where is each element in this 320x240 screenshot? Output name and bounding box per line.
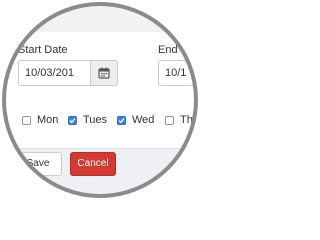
day-label-mon: Mon — [37, 114, 59, 126]
start-date-calendar-button[interactable] — [90, 61, 117, 85]
zoomed-form-view: Start Date End 10/03/201 10/1 Mon Tues W… — [0, 0, 200, 200]
day-option-tues[interactable]: Tues — [68, 114, 107, 126]
day-checkbox-thu[interactable] — [165, 115, 174, 125]
day-checkbox-wed[interactable] — [117, 115, 126, 125]
end-date-input[interactable]: 10/1 — [159, 61, 200, 85]
end-date-label: End — [158, 44, 178, 56]
day-label-thu: Th — [180, 114, 193, 126]
start-date-input[interactable]: 10/03/201 — [19, 61, 90, 85]
calendar-icon — [98, 67, 110, 79]
checkmark-icon — [118, 117, 125, 123]
day-checkbox-mon[interactable] — [22, 115, 31, 125]
day-checkbox-tues[interactable] — [68, 115, 77, 125]
save-button[interactable]: Save — [14, 152, 62, 176]
day-option-mon[interactable]: Mon — [22, 114, 58, 126]
start-date-picker: 10/03/201 — [18, 60, 118, 86]
cancel-button[interactable]: Cancel — [70, 152, 116, 176]
day-label-wed: Wed — [132, 114, 155, 126]
checkmark-icon — [69, 117, 76, 123]
end-date-picker: 10/1 — [158, 60, 200, 86]
start-date-label: Start Date — [18, 44, 68, 56]
day-option-thu[interactable]: Th — [165, 114, 193, 126]
day-option-wed[interactable]: Wed — [117, 114, 154, 126]
form-header-band — [0, 0, 200, 32]
day-label-tues: Tues — [83, 114, 108, 126]
